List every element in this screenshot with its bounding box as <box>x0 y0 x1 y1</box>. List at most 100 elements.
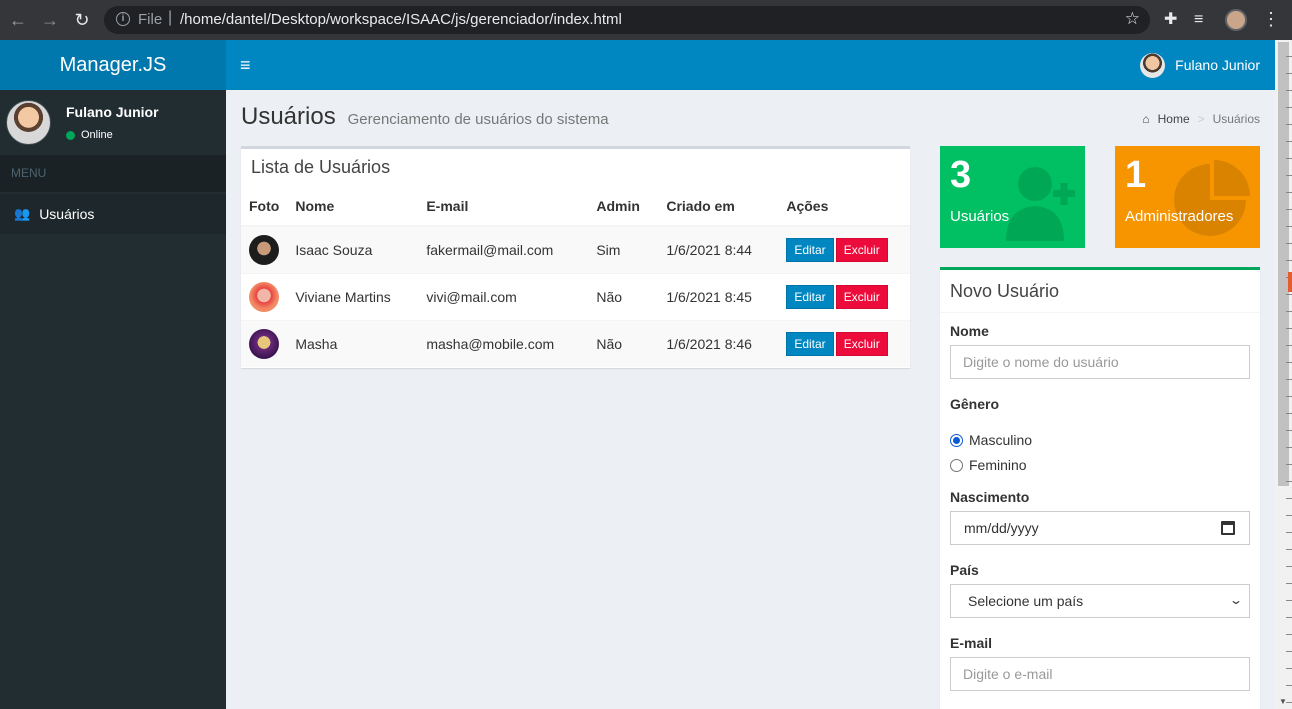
reload-icon[interactable]: ↻ <box>72 10 92 30</box>
navbar-user-name: Fulano Junior <box>1175 57 1260 73</box>
sidebar: Fulano Junior Online MENU 👥 Usuários <box>0 90 226 709</box>
breadcrumb-home[interactable]: Home <box>1158 112 1190 126</box>
actions-cell: Editar Excluir <box>778 225 910 273</box>
url-scheme: File <box>138 11 163 28</box>
top-navbar: Manager.JS ≡ Fulano Junior <box>0 40 1275 90</box>
admins-count-label: Administradores <box>1125 208 1234 225</box>
sidebar-user-status: Online <box>66 129 113 141</box>
gender-group: Gênero Masculino Feminino <box>950 396 1250 473</box>
birth-group: Nascimento mm/dd/yyyy <box>950 489 1250 545</box>
delete-button[interactable]: Excluir <box>835 331 888 356</box>
browser-toolbar: ← → ↻ i File | /home/dantel/Desktop/work… <box>0 0 1292 40</box>
navbar-user-menu[interactable]: Fulano Junior <box>1140 53 1260 78</box>
country-select[interactable]: Selecione um país ⌄ <box>950 584 1250 618</box>
admin-cell: Sim <box>588 225 659 273</box>
breadcrumb: ⌂ Home > Usuários <box>1142 112 1260 126</box>
calendar-icon[interactable] <box>1221 521 1235 535</box>
birth-date-field[interactable]: mm/dd/yyyy <box>950 511 1250 545</box>
navbar-avatar <box>1140 53 1166 78</box>
column-header: Ações <box>778 186 910 227</box>
edit-button[interactable]: Editar <box>786 284 834 309</box>
email-field[interactable]: Digite o e-mail <box>950 657 1250 691</box>
delete-button[interactable]: Excluir <box>835 237 888 262</box>
country-selected: Selecione um país <box>968 593 1084 609</box>
email-cell: masha@mobile.com <box>418 319 589 367</box>
form-body: Nome Digite o nome do usuário Gênero Mas… <box>940 313 1260 709</box>
back-icon[interactable]: ← <box>8 10 28 30</box>
column-header: Criado em <box>658 186 779 227</box>
edit-button[interactable]: Editar <box>786 237 834 262</box>
home-icon: ⌂ <box>1142 112 1150 126</box>
created-cell: 1/6/2021 8:46 <box>658 319 779 367</box>
user-table: Foto Nome E-mail Admin Criado em Ações I… <box>241 186 910 367</box>
user-list-title: Lista de Usuários <box>251 157 391 177</box>
new-user-form-box: Novo Usuário Nome Digite o nome do usuár… <box>940 267 1260 709</box>
admin-cell: Não <box>588 272 659 320</box>
form-title: Novo Usuário <box>940 270 1260 313</box>
email-cell: fakermail@mail.com <box>418 225 589 273</box>
actions-cell: Editar Excluir <box>778 319 910 367</box>
name-field[interactable]: Digite o nome do usuário <box>950 345 1250 379</box>
radio-checked-icon[interactable] <box>950 433 963 447</box>
edit-button[interactable]: Editar <box>786 331 834 356</box>
sidebar-avatar <box>6 100 51 145</box>
table-row: Masha masha@mobile.com Não 1/6/2021 8:46… <box>241 319 910 367</box>
app-logo[interactable]: Manager.JS <box>0 40 226 90</box>
media-queue-icon[interactable]: ≡ <box>1194 10 1203 30</box>
scrollbar-highlight-marker <box>1288 272 1292 292</box>
name-label: Nome <box>950 323 989 339</box>
browser-profile-avatar[interactable] <box>1225 9 1247 31</box>
admins-count: 1 <box>1125 154 1147 196</box>
actions-cell: Editar Excluir <box>778 272 910 320</box>
column-header: Nome <box>287 186 419 227</box>
sidebar-user-panel: Fulano Junior Online <box>0 90 226 155</box>
address-bar[interactable]: i File | /home/dantel/Desktop/workspace/… <box>104 6 1150 34</box>
gender-female-radio[interactable]: Feminino <box>950 457 1250 473</box>
photo-cell <box>241 225 288 273</box>
forward-icon[interactable]: → <box>40 10 60 30</box>
name-group: Nome Digite o nome do usuário <box>950 323 1250 379</box>
user-photo <box>249 234 279 265</box>
radio-unchecked-icon[interactable] <box>950 458 963 472</box>
delete-button[interactable]: Excluir <box>835 284 888 309</box>
breadcrumb-separator: > <box>1197 112 1205 126</box>
gender-female-label: Feminino <box>969 457 1027 473</box>
browser-menu-icon[interactable]: ⋮ <box>1262 9 1280 29</box>
created-cell: 1/6/2021 8:45 <box>658 272 779 320</box>
bookmark-star-icon[interactable]: ☆ <box>1125 9 1140 29</box>
sidebar-item-label: Usuários <box>39 206 95 222</box>
page: Manager.JS ≡ Fulano Junior Fulano Junior… <box>0 40 1292 709</box>
chevron-down-icon: ⌄ <box>1228 593 1244 607</box>
page-subtitle: Gerenciamento de usuários do sistema <box>347 111 609 128</box>
birth-date-placeholder: mm/dd/yyyy <box>964 520 1039 536</box>
url-text[interactable]: /home/dantel/Desktop/workspace/ISAAC/js/… <box>180 11 622 28</box>
birth-label: Nascimento <box>950 489 1030 505</box>
hamburger-menu-icon[interactable]: ≡ <box>240 55 251 75</box>
email-label: E-mail <box>950 635 993 651</box>
extensions-icon[interactable]: ✚ <box>1164 10 1177 30</box>
users-count-box: 3 Usuários <box>940 146 1085 248</box>
email-group: E-mail Digite o e-mail <box>950 635 1250 691</box>
email-cell: vivi@mail.com <box>418 272 589 320</box>
table-header-row: Foto Nome E-mail Admin Criado em Ações <box>241 186 910 227</box>
page-title: Usuários <box>241 103 336 130</box>
sidebar-item-usuarios[interactable]: 👥 Usuários <box>0 194 226 234</box>
admins-count-box: 1 Administradores <box>1115 146 1260 248</box>
user-photo <box>249 328 279 359</box>
table-row: Isaac Souza fakermail@mail.com Sim 1/6/2… <box>241 225 910 273</box>
photo-cell <box>241 272 288 320</box>
gender-label: Gênero <box>950 396 1000 412</box>
name-cell: Viviane Martins <box>287 272 419 320</box>
gender-male-radio[interactable]: Masculino <box>950 432 1250 448</box>
scrollbar-markers <box>1286 40 1292 709</box>
table-row: Viviane Martins vivi@mail.com Não 1/6/20… <box>241 272 910 320</box>
country-group: País Selecione um país ⌄ <box>950 562 1250 618</box>
online-dot-icon <box>66 130 75 140</box>
users-count-label: Usuários <box>950 208 1010 225</box>
status-text: Online <box>81 129 113 141</box>
sidebar-user-name: Fulano Junior <box>66 104 159 120</box>
user-list-box: Lista de Usuários Foto Nome E-mail Admin… <box>241 146 910 368</box>
info-icon[interactable]: i <box>116 12 130 26</box>
country-label: País <box>950 562 979 578</box>
photo-cell <box>241 319 288 367</box>
